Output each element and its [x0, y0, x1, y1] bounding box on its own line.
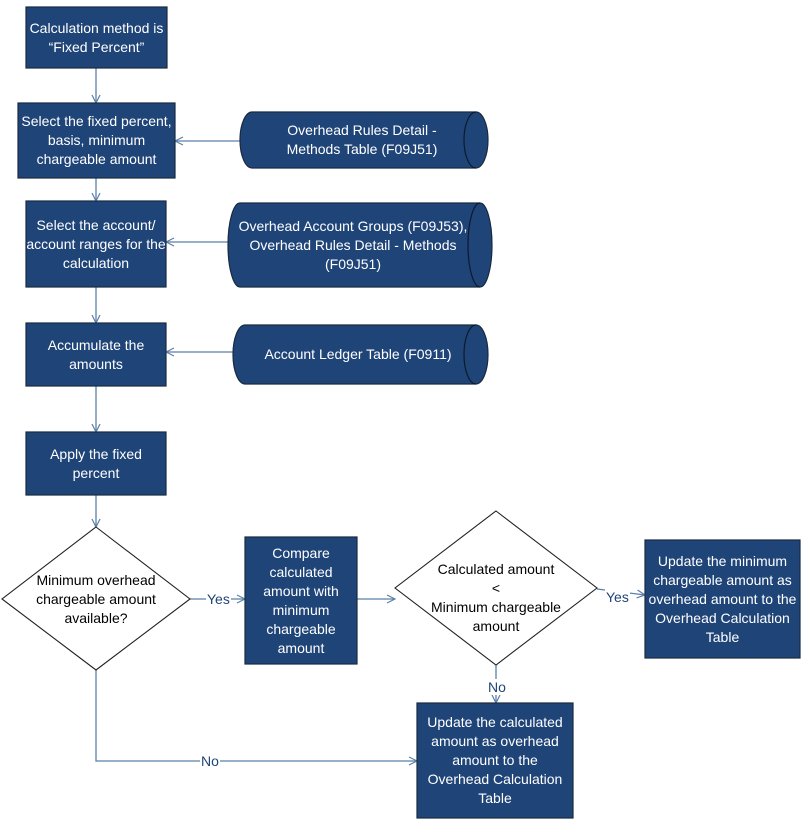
calc-less-decision-label: Calculated amount < Minimum chargeable a… — [420, 558, 572, 638]
no-edge-label: No — [200, 753, 220, 769]
accumulate-label: Accumulate the amounts — [47, 336, 145, 372]
connector — [95, 670, 417, 761]
update-calc-label: Update the calculated amount as overhead… — [427, 714, 563, 806]
update-min-label: Update the minimum chargeable amount as … — [648, 552, 797, 645]
yes-edge-label: Yes — [206, 591, 231, 607]
min-available-decision-label: Minimum overhead chargeable amount avail… — [36, 571, 156, 626]
account-groups-store-label: Overhead Account Groups (F09J53), Overhe… — [238, 217, 468, 272]
start-label: Calculation method is “Fixed Percent” — [29, 19, 164, 55]
decision-line: Minimum chargeable amount — [431, 599, 561, 634]
flowchart: Calculation method is “Fixed Percent” Se… — [0, 0, 809, 822]
yes-edge-label: Yes — [605, 589, 630, 605]
rules-methods-store-label: Overhead Rules Detail - Methods Table (F… — [286, 122, 438, 157]
decision-line: < — [491, 580, 501, 596]
compare-label: Compare calculated amount with minimum c… — [263, 544, 339, 656]
no-edge-label: No — [487, 679, 507, 695]
ledger-store-label: Account Ledger Table (F0911) — [264, 346, 452, 362]
select-accounts-label: Select the account/ account ranges for t… — [26, 216, 166, 271]
select-percent-label: Select the fixed percent, basis, minimum… — [21, 113, 172, 167]
decision-line: Calculated amount — [437, 561, 555, 577]
apply-label: Apply the fixed percent — [50, 445, 142, 481]
